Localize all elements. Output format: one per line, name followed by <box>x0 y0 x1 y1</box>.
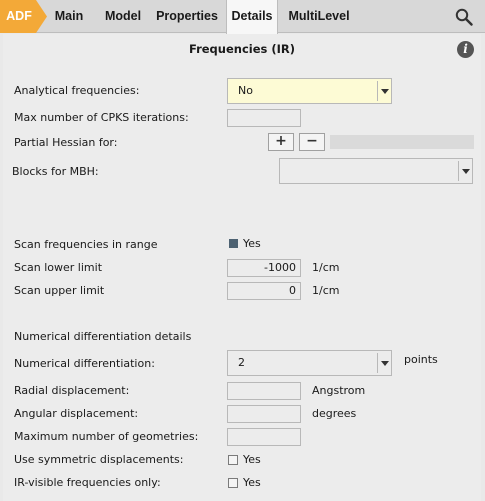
partial-hessian-label: Partial Hessian for: <box>14 136 118 149</box>
radial-displacement-input[interactable] <box>227 382 301 400</box>
analytical-frequencies-select[interactable]: No <box>227 78 392 104</box>
panel-title: Frequencies (IR) <box>188 42 296 56</box>
chevron-down-icon <box>377 353 391 373</box>
scan-lower-input[interactable]: -1000 <box>227 259 301 277</box>
chevron-down-icon <box>458 161 472 181</box>
tab-properties[interactable]: Properties <box>150 0 224 33</box>
ir-visible-label: IR-visible frequencies only: <box>14 476 161 489</box>
scan-range-checkbox[interactable] <box>229 239 238 248</box>
tab-details[interactable]: Details <box>226 0 278 34</box>
symmetric-displacements-label: Use symmetric displacements: <box>14 453 184 466</box>
tab-bar: ADF Main Model Properties Details MultiL… <box>0 0 485 34</box>
analytical-frequencies-label: Analytical frequencies: <box>14 84 140 97</box>
max-geometries-label: Maximum number of geometries: <box>14 430 199 443</box>
radial-displacement-unit: Angstrom <box>312 384 366 397</box>
angular-displacement-label: Angular displacement: <box>14 407 139 420</box>
max-geometries-input[interactable] <box>227 428 301 446</box>
tab-multilevel[interactable]: MultiLevel <box>282 0 356 33</box>
blocks-mbh-select[interactable] <box>279 158 473 184</box>
symmetric-displacements-checkbox[interactable] <box>228 455 238 465</box>
cpks-iterations-input[interactable] <box>227 109 301 127</box>
numdiff-select[interactable]: 2 <box>227 350 392 376</box>
scan-lower-label: Scan lower limit <box>14 261 103 274</box>
frequencies-panel: Frequencies (IR) i Analytical frequencie… <box>3 34 481 501</box>
chevron-down-icon <box>377 81 391 101</box>
remove-hessian-button[interactable]: − <box>299 133 325 151</box>
numdiff-value: 2 <box>238 356 245 369</box>
info-icon[interactable]: i <box>457 41 474 58</box>
ir-visible-checkbox[interactable] <box>228 478 238 488</box>
tab-model[interactable]: Model <box>100 0 146 33</box>
analytical-frequencies-value: No <box>238 84 253 97</box>
scan-upper-unit: 1/cm <box>312 284 340 297</box>
numdiff-unit: points <box>404 353 438 366</box>
scan-range-check-label: Yes <box>243 237 261 250</box>
partial-hessian-list[interactable] <box>330 135 474 149</box>
ir-visible-check-label: Yes <box>243 476 261 489</box>
blocks-mbh-label: Blocks for MBH: <box>12 165 99 178</box>
search-icon[interactable] <box>455 8 473 26</box>
numdiff-section-label: Numerical differentiation details <box>14 330 192 343</box>
tab-adf[interactable]: ADF <box>0 0 47 33</box>
radial-displacement-label: Radial displacement: <box>14 384 130 397</box>
add-hessian-button[interactable]: + <box>268 133 294 151</box>
angular-displacement-input[interactable] <box>227 405 301 423</box>
numdiff-label: Numerical differentiation: <box>14 357 155 370</box>
scan-lower-unit: 1/cm <box>312 261 340 274</box>
cpks-iterations-label: Max number of CPKS iterations: <box>14 111 189 124</box>
scan-upper-label: Scan upper limit <box>14 284 105 297</box>
tab-main[interactable]: Main <box>48 0 90 33</box>
symmetric-displacements-check-label: Yes <box>243 453 261 466</box>
scan-range-label: Scan frequencies in range <box>14 238 158 251</box>
scan-upper-input[interactable]: 0 <box>227 282 301 300</box>
angular-displacement-unit: degrees <box>312 407 357 420</box>
